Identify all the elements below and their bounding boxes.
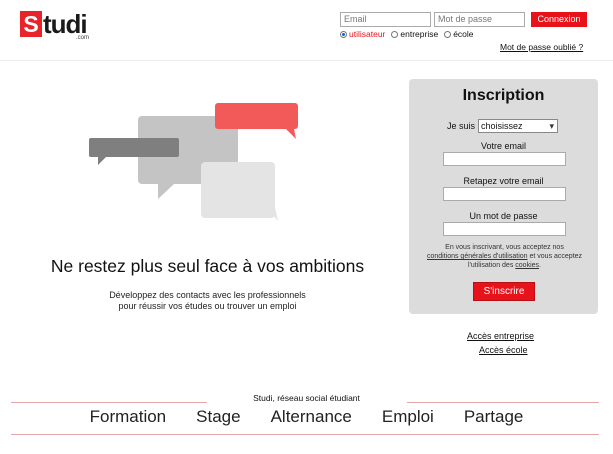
footer-nav-formation[interactable]: Formation <box>90 407 167 427</box>
radio-selected-icon[interactable] <box>340 30 347 38</box>
signup-email-input[interactable] <box>443 152 566 166</box>
footer-nav-stage[interactable]: Stage <box>196 407 240 427</box>
signup-email-confirm-input[interactable] <box>443 187 566 201</box>
je-suis-label: Je suis <box>447 121 476 131</box>
login-email-input[interactable]: Email <box>340 12 431 27</box>
password-label: Un mot de passe <box>469 211 538 221</box>
logo-suffix: .com <box>76 35 90 41</box>
forgot-password-link[interactable]: Mot de passe oublié ? <box>500 42 583 52</box>
signup-password-input[interactable] <box>443 222 566 236</box>
header-divider <box>0 60 613 61</box>
footer-caption: Studi, réseau social étudiant <box>253 393 360 403</box>
radio-utilisateur[interactable]: utilisateur <box>340 29 385 39</box>
signup-title: Inscription <box>462 87 545 104</box>
email-confirm-label: Retapez votre email <box>463 176 544 186</box>
footer-rule-bottom <box>11 434 599 435</box>
legal-end: . <box>539 262 541 269</box>
radio-label-entreprise: entreprise <box>400 29 439 39</box>
je-suis-select[interactable]: choisissez <box>478 119 559 133</box>
bubble-light-icon <box>201 162 278 221</box>
login-button[interactable]: Connexion <box>531 12 587 27</box>
logo-initial: S <box>20 11 42 37</box>
hero-subline-1: Développez des contacts avec les profess… <box>109 290 306 300</box>
footer-nav-partage[interactable]: Partage <box>464 407 524 427</box>
signup-panel: Inscription Je suis choisissez Votre ema… <box>409 79 598 314</box>
legal-prefix: En vous inscrivant, vous acceptez nos <box>445 244 564 251</box>
legal-notice: En vous inscrivant, vous acceptez nos co… <box>423 243 586 270</box>
cookies-link[interactable]: cookies <box>515 262 539 269</box>
radio-entreprise[interactable]: entreprise <box>391 29 438 39</box>
acces-ecole-link[interactable]: Accès école <box>479 345 528 355</box>
signup-submit-button[interactable]: S'inscrire <box>473 282 535 301</box>
acces-entreprise-link[interactable]: Accès entreprise <box>467 331 534 341</box>
radio-label-ecole: école <box>453 29 474 39</box>
login-password-input[interactable]: Mot de passe <box>434 12 525 27</box>
account-type-radios: utilisateur entreprise école <box>340 29 474 39</box>
radio-unselected-icon[interactable] <box>391 30 399 38</box>
radio-label-utilisateur: utilisateur <box>349 29 386 39</box>
footer-nav-alternance[interactable]: Alternance <box>271 407 352 427</box>
footer-nav-emploi[interactable]: Emploi <box>382 407 434 427</box>
email-label: Votre email <box>480 141 527 151</box>
footer-nav: Formation Stage Alternance Emploi Partag… <box>0 407 613 427</box>
hero-subline-2: pour réussir vos études ou trouver un em… <box>118 301 297 311</box>
studi-logo[interactable]: S tudi .com <box>20 9 98 43</box>
chat-bubbles-illustration <box>89 103 298 221</box>
cgu-link[interactable]: conditions générales d'utilisation <box>427 253 528 260</box>
radio-ecole[interactable]: école <box>444 29 474 39</box>
hero-subline: Développez des contacts avec les profess… <box>60 290 355 312</box>
hero-tagline: Ne restez plus seul face à vos ambitions <box>50 256 365 276</box>
radio-unselected-icon[interactable] <box>444 30 452 38</box>
je-suis-row: Je suis choisissez <box>447 119 559 133</box>
